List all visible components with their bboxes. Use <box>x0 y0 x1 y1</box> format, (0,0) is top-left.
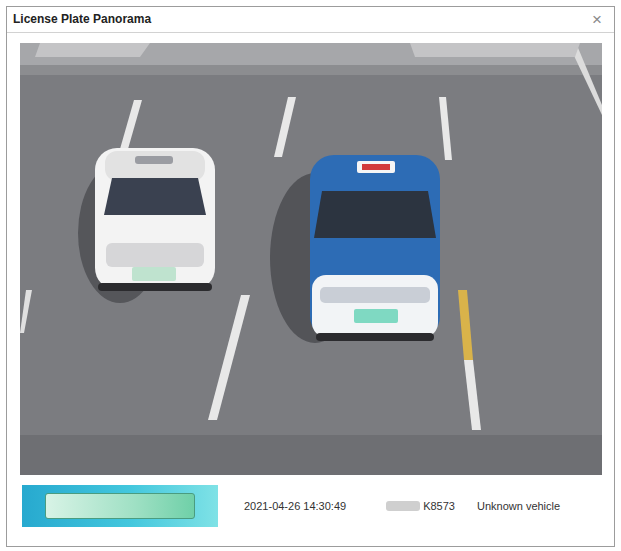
close-button[interactable]: × <box>590 11 604 28</box>
capture-time: 2021-04-26 14:30:49 <box>244 498 346 515</box>
plate-number: K8573 <box>423 498 455 515</box>
plate-field: K8573 <box>386 498 455 515</box>
panorama-dialog: License Plate Panorama × <box>6 6 615 547</box>
title-bar: License Plate Panorama × <box>7 7 614 33</box>
vehicle-type: Unknown vehicle <box>477 498 560 515</box>
dialog-title: License Plate Panorama <box>13 12 151 26</box>
plate-thumbnail <box>22 485 218 527</box>
panorama-image <box>20 43 602 475</box>
record-row: 2021-04-26 14:30:49 K8573 Unknown vehicl… <box>20 475 602 537</box>
